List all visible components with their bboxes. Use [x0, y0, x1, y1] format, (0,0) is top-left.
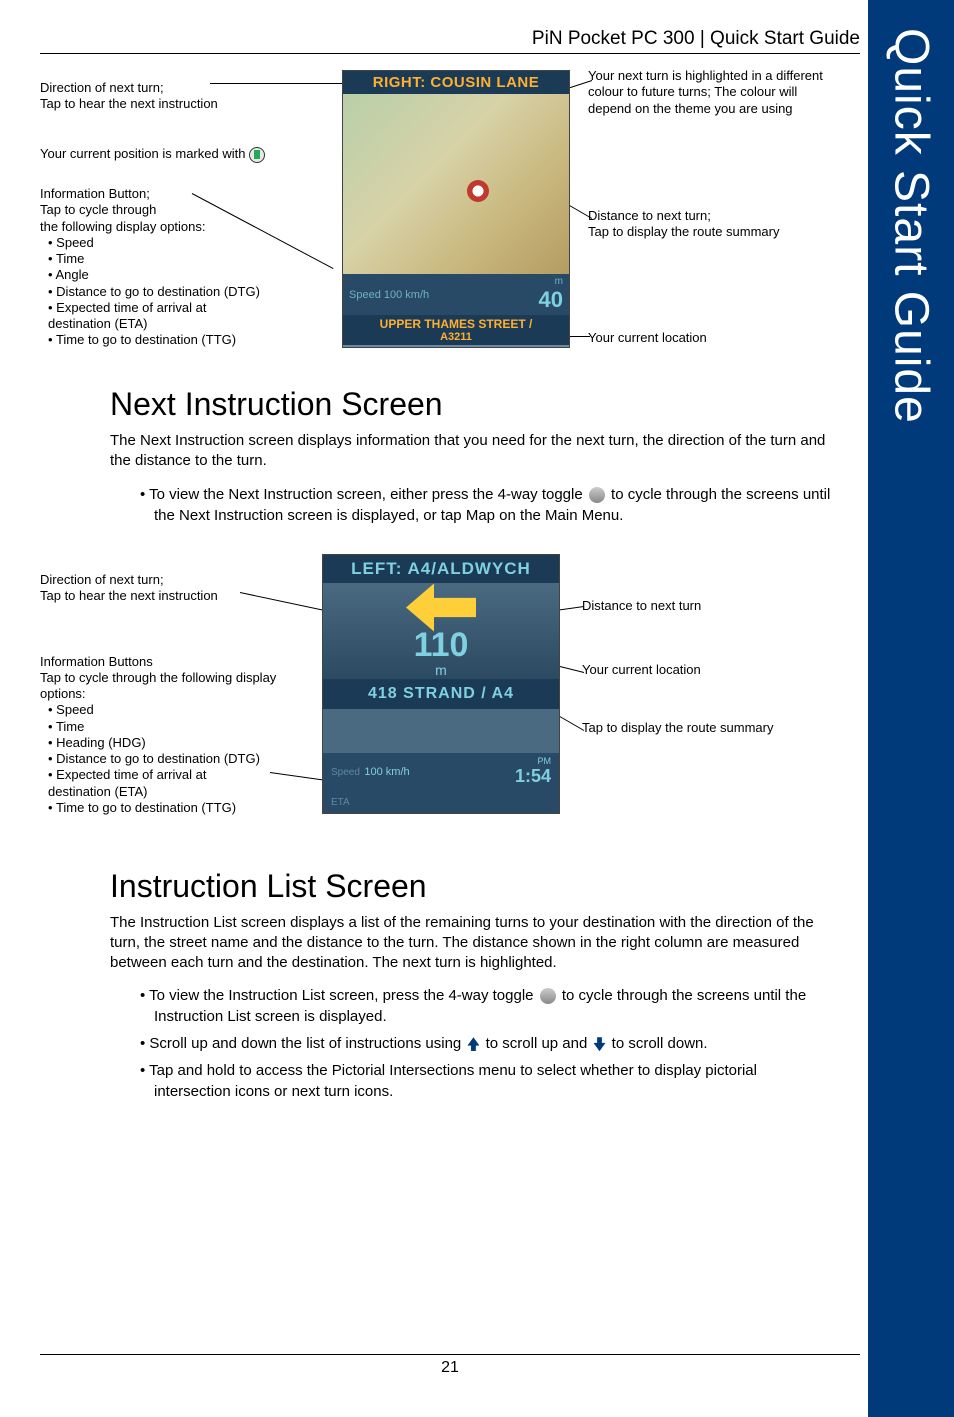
screenshot-next-instruction: LEFT: A4/ALDWYCH 110 m 418 STRAND / A4 S…	[322, 554, 560, 814]
page-number: 21	[441, 1359, 459, 1376]
scroll-down-icon	[594, 1037, 606, 1051]
callout2-info-buttons: Information Buttons Tap to cycle through…	[40, 654, 310, 817]
toggle-icon	[540, 988, 556, 1004]
callout-current-location: Your current location	[588, 330, 707, 346]
callout-distance-next: Distance to next turn; Tap to display th…	[588, 208, 838, 241]
instruction-scroll: Scroll up and down the list of instructi…	[140, 1033, 832, 1054]
shot2-location[interactable]: 418 STRAND / A4	[323, 679, 559, 709]
shot2-info-row[interactable]: Speed 100 km/h PM1:54	[323, 753, 559, 790]
callout-current-position: Your current position is marked with	[40, 146, 265, 163]
figure-3d-map: Direction of next turn; Tap to hear the …	[40, 68, 860, 360]
info-options-list-2: Speed Time Heading (HDG) Distance to go …	[48, 702, 310, 816]
heading-next-instruction: Next Instruction Screen	[110, 386, 860, 423]
body-next-instruction: The Next Instruction screen displays inf…	[110, 431, 832, 472]
shot1-map[interactable]	[343, 94, 569, 274]
side-tab-text: Quick Start Guide	[884, 28, 939, 424]
scroll-up-icon	[467, 1037, 479, 1051]
instruction-view-list: To view the Instruction List screen, pre…	[140, 985, 832, 1027]
page-footer: 21	[40, 1354, 860, 1377]
left-arrow-icon	[406, 584, 476, 632]
shot2-distance-box[interactable]: 110 m	[323, 583, 559, 679]
instruction-tap-hold: Tap and hold to access the Pictorial Int…	[140, 1060, 832, 1102]
shot1-location[interactable]: UPPER THAMES STREET / A3211	[343, 315, 569, 345]
shot1-info-bar[interactable]: Speed 100 km/h m40	[343, 274, 569, 315]
shot1-banner[interactable]: RIGHT: COUSIN LANE	[343, 71, 569, 94]
position-marker-icon	[249, 147, 265, 163]
instruction-view-next: To view the Next Instruction screen, eit…	[140, 484, 832, 526]
callout2-direction-turn: Direction of next turn; Tap to hear the …	[40, 572, 280, 605]
page-header: PiN Pocket PC 300 | Quick Start Guide	[40, 28, 860, 54]
callout2-route-summary: Tap to display the route summary	[582, 720, 773, 736]
figure-next-instruction: Direction of next turn; Tap to hear the …	[40, 544, 860, 834]
toggle-icon	[589, 487, 605, 503]
screenshot-3d-map: RIGHT: COUSIN LANE Speed 100 km/h m40 UP…	[342, 70, 570, 348]
shot2-eta-row[interactable]: ETA	[323, 790, 559, 812]
heading-instruction-list: Instruction List Screen	[110, 868, 860, 905]
callout-direction-turn: Direction of next turn; Tap to hear the …	[40, 80, 280, 113]
callout-info-button: Information Button; Tap to cycle through…	[40, 186, 310, 349]
shot2-banner[interactable]: LEFT: A4/ALDWYCH	[323, 555, 559, 583]
callout2-distance-next: Distance to next turn	[582, 598, 701, 614]
page-content: PiN Pocket PC 300 | Quick Start Guide Di…	[40, 28, 860, 1108]
side-tab: Quick Start Guide	[868, 0, 954, 1417]
info-options-list: Speed Time Angle Distance to go to desti…	[48, 235, 310, 349]
callout-next-turn-highlight: Your next turn is highlighted in a diffe…	[588, 68, 838, 117]
body-instruction-list: The Instruction List screen displays a l…	[110, 913, 832, 974]
callout2-current-location: Your current location	[582, 662, 701, 678]
